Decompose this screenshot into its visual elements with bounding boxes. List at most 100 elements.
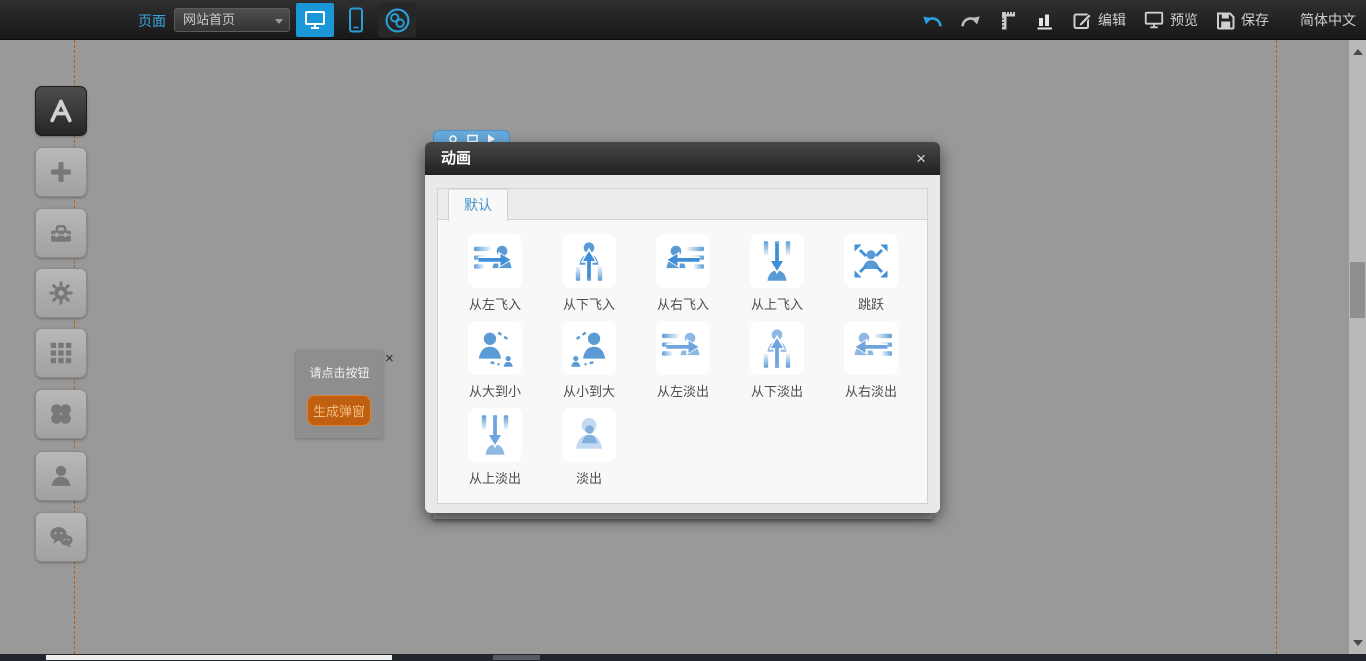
preview-icon xyxy=(1143,9,1165,31)
anim-item-label: 从下飞入 xyxy=(542,294,636,313)
fly-in-left-icon xyxy=(473,239,517,283)
modal-header[interactable]: 动画 × xyxy=(425,142,940,175)
link-icon xyxy=(384,7,411,34)
redo-button[interactable] xyxy=(960,13,981,28)
page-label: 页面 xyxy=(138,11,166,31)
chevron-down-icon xyxy=(275,19,283,24)
fade-out-bottom-icon xyxy=(755,326,799,370)
popup-trigger-widget[interactable]: 请点击按钮 生成弹窗 xyxy=(296,350,383,438)
toolbar-right-group: 编辑 预览 保存 简体中文 xyxy=(922,0,1356,40)
ruler-icon xyxy=(998,10,1018,31)
save-icon xyxy=(1215,10,1236,31)
fade-out-icon xyxy=(567,413,611,457)
desktop-view-button[interactable] xyxy=(296,3,334,37)
anim-item-big-to-small[interactable]: 从大到小 xyxy=(448,321,542,408)
modal-close-icon[interactable]: × xyxy=(916,142,926,175)
gear-icon xyxy=(47,279,75,307)
save-button[interactable]: 保存 xyxy=(1215,10,1269,31)
fly-in-bottom-icon xyxy=(567,239,611,283)
horizontal-scrollbar[interactable] xyxy=(0,654,1366,661)
fade-out-left-icon xyxy=(661,326,705,370)
mobile-view-button[interactable] xyxy=(340,3,372,37)
anim-item-fade-out-right[interactable]: 从右淡出 xyxy=(824,321,918,408)
grid-icon xyxy=(47,339,75,367)
scroll-up-icon[interactable] xyxy=(1353,49,1363,55)
anim-item-label: 从右飞入 xyxy=(636,294,730,313)
modal-tab-strip: 默认 xyxy=(437,188,928,220)
small-to-big-icon xyxy=(567,326,611,370)
modal-panel: 从左飞入 从下飞入 从右飞入 从上飞入 跳跃 从大到小 从小到大 xyxy=(437,220,928,504)
anim-item-label: 从小到大 xyxy=(542,381,636,400)
chart-icon xyxy=(1035,10,1055,31)
tab-default[interactable]: 默认 xyxy=(448,189,508,221)
stats-button[interactable] xyxy=(1035,10,1055,31)
mobile-icon xyxy=(343,6,369,34)
anim-item-fly-in-right[interactable]: 从右飞入 xyxy=(636,234,730,321)
anim-item-jump[interactable]: 跳跃 xyxy=(824,234,918,321)
big-to-small-icon xyxy=(473,326,517,370)
edit-label: 编辑 xyxy=(1098,10,1126,30)
toolbox-icon xyxy=(47,219,75,247)
anim-item-fade-out-top[interactable]: 从上淡出 xyxy=(448,408,542,495)
modal-title: 动画 xyxy=(441,142,471,175)
preview-button[interactable]: 预览 xyxy=(1143,9,1198,31)
anim-item-label: 从下淡出 xyxy=(730,381,824,400)
undo-icon xyxy=(922,13,943,28)
anim-item-fade-out-left[interactable]: 从左淡出 xyxy=(636,321,730,408)
sidebar-item-toolbox[interactable] xyxy=(35,208,87,258)
fade-out-right-icon xyxy=(849,326,893,370)
sidebar-item-member[interactable] xyxy=(35,451,87,501)
sidebar-item-plugins[interactable] xyxy=(35,389,87,439)
scroll-down-icon[interactable] xyxy=(1353,640,1363,646)
clover-icon xyxy=(47,400,75,428)
anim-item-label: 从左飞入 xyxy=(448,294,542,313)
link-button[interactable] xyxy=(378,3,416,37)
widget-close-icon[interactable]: × xyxy=(385,351,394,366)
anim-item-fly-in-bottom[interactable]: 从下飞入 xyxy=(542,234,636,321)
anim-item-fly-in-left[interactable]: 从左飞入 xyxy=(448,234,542,321)
anim-item-fade-out[interactable]: 淡出 xyxy=(542,408,636,495)
sidebar-item-add[interactable] xyxy=(35,147,87,197)
anim-item-fly-in-top[interactable]: 从上飞入 xyxy=(730,234,824,321)
anim-item-label: 跳跃 xyxy=(824,294,918,313)
anim-item-fade-out-bottom[interactable]: 从下淡出 xyxy=(730,321,824,408)
generate-popup-button[interactable]: 生成弹窗 xyxy=(307,395,371,426)
site-builder-app: 页面 网站首页 xyxy=(0,0,1366,661)
jump-icon xyxy=(849,239,893,283)
anim-item-label: 从上淡出 xyxy=(448,468,542,487)
vertical-scrollbar[interactable] xyxy=(1349,40,1366,655)
desktop-icon xyxy=(303,8,327,32)
sidebar-item-settings[interactable] xyxy=(35,268,87,318)
anim-item-label: 从上飞入 xyxy=(730,294,824,313)
person-icon xyxy=(47,462,75,490)
animation-modal: 动画 × 默认 从左飞入 从下飞入 从右飞入 从上飞入 xyxy=(425,142,940,513)
modal-body: 默认 从左飞入 从下飞入 从右飞入 从上飞入 跳跃 xyxy=(425,175,940,504)
edit-icon xyxy=(1072,10,1093,31)
anim-item-label: 从右淡出 xyxy=(824,381,918,400)
page-select-dropdown[interactable]: 网站首页 xyxy=(174,8,290,32)
preview-label: 预览 xyxy=(1170,10,1198,30)
anim-item-label: 从左淡出 xyxy=(636,381,730,400)
anim-item-small-to-big[interactable]: 从小到大 xyxy=(542,321,636,408)
edit-button[interactable]: 编辑 xyxy=(1072,10,1126,31)
hidden-popup-edge xyxy=(433,513,933,519)
anim-item-label: 从大到小 xyxy=(448,381,542,400)
language-switcher[interactable]: 简体中文 xyxy=(1300,10,1356,30)
fade-out-top-icon xyxy=(473,413,517,457)
fly-in-right-icon xyxy=(661,239,705,283)
horizontal-scrollbar-thumb-secondary[interactable] xyxy=(493,655,540,660)
undo-button[interactable] xyxy=(922,13,943,28)
app-design-icon xyxy=(46,96,76,126)
animation-grid: 从左飞入 从下飞入 从右飞入 从上飞入 跳跃 从大到小 从小到大 xyxy=(438,220,927,495)
sidebar-item-design[interactable] xyxy=(35,86,87,136)
save-label: 保存 xyxy=(1241,10,1269,30)
sidebar-item-wechat[interactable] xyxy=(35,512,87,562)
plus-icon xyxy=(47,158,75,186)
sidebar-item-modules[interactable] xyxy=(35,328,87,378)
widget-text: 请点击按钮 xyxy=(296,364,383,381)
vertical-scrollbar-thumb[interactable] xyxy=(1350,262,1365,318)
redo-icon xyxy=(960,13,981,28)
horizontal-scrollbar-thumb[interactable] xyxy=(46,655,392,660)
ruler-button[interactable] xyxy=(998,10,1018,31)
guide-line-right xyxy=(1276,40,1277,654)
